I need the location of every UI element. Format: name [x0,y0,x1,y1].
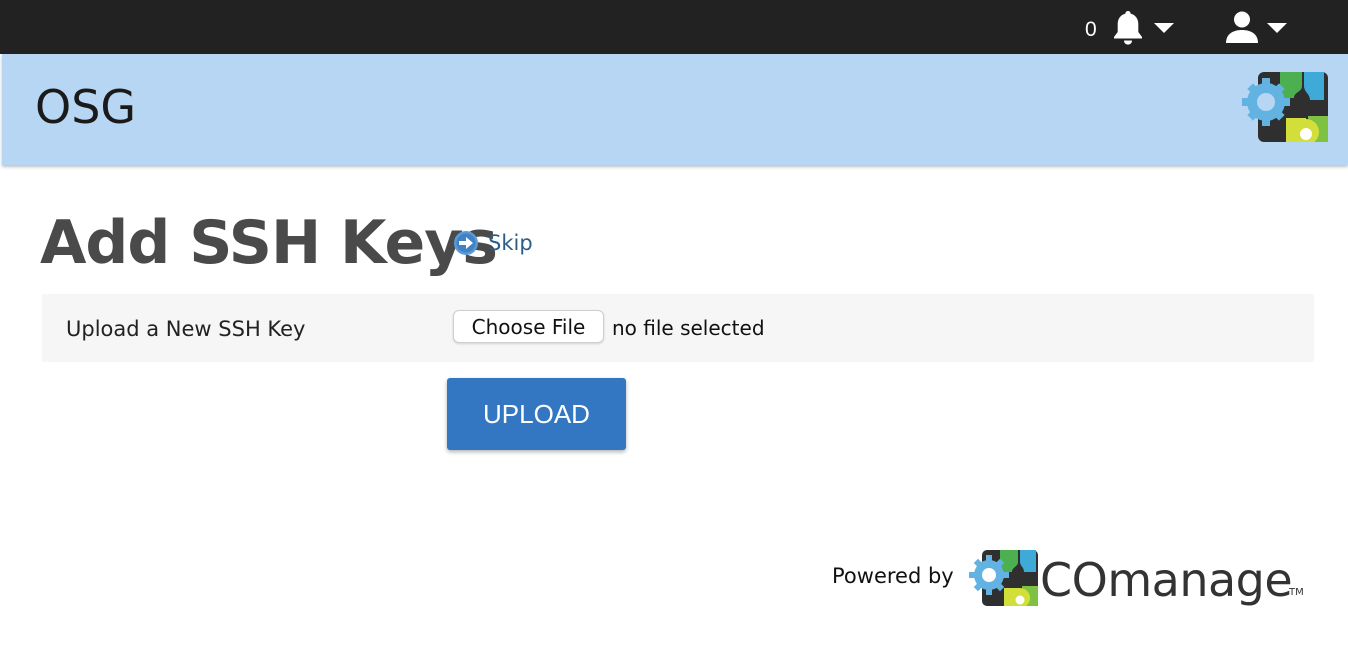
site-title[interactable]: OSG [35,80,136,134]
caret-down-icon[interactable] [1267,22,1287,34]
header-banner: OSG [2,54,1348,165]
powered-by-text: Powered by [832,564,954,588]
skip-link[interactable]: Skip [453,229,533,257]
comanage-logo-icon[interactable] [968,548,1038,606]
arrow-right-circle-icon [454,231,478,255]
page-title: Add SSH Keys [40,208,498,278]
upload-ssh-key-row: Upload a New SSH Key Choose File no file… [42,294,1314,362]
user-icon[interactable] [1224,10,1260,44]
upload-button[interactable]: UPLOAD [447,378,626,450]
upload-ssh-key-label: Upload a New SSH Key [66,317,306,341]
caret-down-icon[interactable] [1154,22,1174,34]
top-bar: 0 [0,0,1348,54]
comanage-brand-text[interactable]: COmanage [1040,553,1293,607]
bell-icon[interactable] [1110,8,1146,46]
gears-logo-icon [1242,72,1328,142]
notification-count[interactable]: 0 [1085,18,1097,42]
skip-label[interactable]: Skip [488,231,533,255]
file-status-text: no file selected [612,316,765,340]
choose-file-button[interactable]: Choose File [453,310,604,343]
trademark-mark: TM [1289,587,1304,598]
